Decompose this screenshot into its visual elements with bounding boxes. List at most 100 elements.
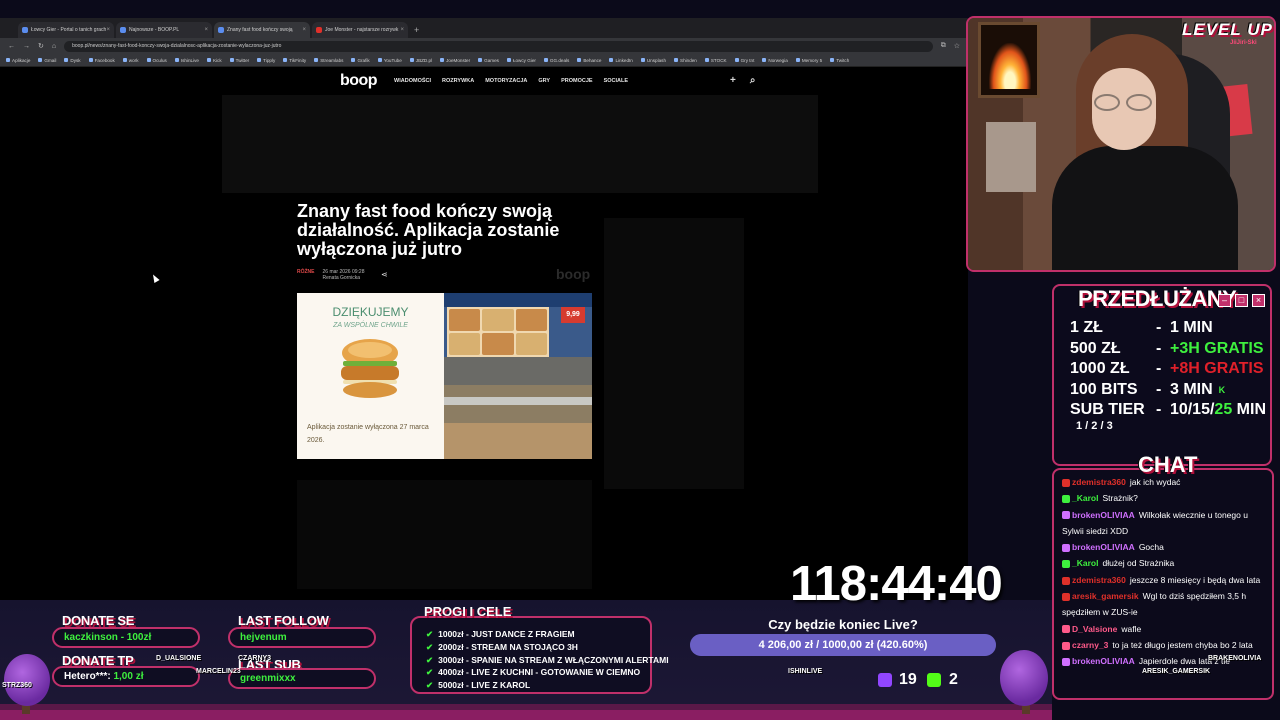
bookmark-favicon-icon — [229, 58, 234, 63]
float-name: STRZ360 — [2, 682, 32, 689]
goals-list: ✔ 1000zł - JUST DANCE Z FRAGIEM ✔ 2000zł - … — [426, 628, 669, 692]
subathon-title: PRZEDŁUŻANY — [1078, 286, 1237, 311]
nav-wiadomosci[interactable]: WIADOMOŚCI — [394, 78, 431, 84]
chat-title: CHAT — [1138, 452, 1198, 477]
nav-sociale[interactable]: SOCIALE — [604, 78, 628, 84]
search-icon[interactable]: ⌕ — [750, 75, 756, 86]
tab-boop-article[interactable]: Znany fast food kończy swoją × — [214, 22, 310, 38]
float-name: ISHINLIVE — [788, 668, 823, 675]
bookmark-favicon-icon — [38, 58, 43, 63]
back-arrow-icon[interactable]: ← — [8, 43, 15, 50]
close-tab-icon[interactable]: × — [106, 27, 110, 33]
bookmark-item[interactable]: TikFinity — [283, 58, 306, 63]
chat-text: Strażnik? — [1102, 493, 1138, 504]
bookmarks-bar: Aplikacje Gmail Dysk Facebook work Oculus Ishi… — [0, 54, 968, 67]
url-input[interactable]: boop.pl/news/znany-fast-food-konczy-swoj… — [64, 40, 933, 52]
tab-lowcy-gier[interactable]: Łowcy Gier - Portal o tanich grach × — [18, 22, 114, 38]
bookmark-item[interactable]: Twitter — [229, 58, 249, 63]
chat-badge-icon — [1062, 495, 1070, 504]
nav-actions: + ⌕ — [730, 75, 755, 86]
bookmark-item[interactable]: Facebook — [88, 58, 115, 63]
tree-icon — [1000, 650, 1048, 706]
bookmark-item[interactable]: Łowcy Gier — [506, 58, 536, 63]
bookmark-favicon-icon — [704, 58, 709, 63]
site-nav: boop WIADOMOŚCI ROZRYWKA MOTORYZACJA GRY… — [0, 67, 968, 95]
tab-label: Znany fast food kończy swoją — [227, 27, 293, 33]
close-tab-icon[interactable]: × — [204, 27, 208, 33]
share-icon[interactable]: ⋖ — [381, 270, 388, 279]
chat-badge-icon — [1062, 641, 1070, 650]
bookmark-item[interactable]: Behance — [577, 58, 601, 63]
new-tab-icon[interactable]: + — [414, 22, 419, 38]
bookmark-item[interactable]: Gry tnt — [734, 58, 754, 63]
nav-gry[interactable]: GRY — [538, 78, 550, 84]
bookmark-item[interactable]: work — [122, 58, 139, 63]
bookmark-item[interactable]: GG.deals — [543, 58, 569, 63]
bookmark-item[interactable]: YouTube — [377, 58, 402, 63]
bookmark-item[interactable]: JoeMonster — [440, 58, 470, 63]
nav-promocje[interactable]: PROMOCJE — [561, 78, 592, 84]
subathon-timer: 118:44:40 — [790, 557, 1003, 611]
bookmark-item[interactable]: LinkedIn — [609, 58, 633, 63]
home-icon[interactable]: ⌂ — [52, 43, 56, 50]
bookmark-item[interactable]: STOCK — [704, 58, 727, 63]
counter-shelf — [444, 397, 592, 405]
bookmark-item[interactable]: Aplikacje — [6, 58, 30, 63]
hero-thanks-subtext: ZA WSPÓLNE CHWILE — [333, 322, 408, 329]
bookmark-item[interactable]: JBZD.pl — [409, 58, 432, 63]
close-tab-icon[interactable]: × — [302, 27, 306, 33]
bookmark-item[interactable]: Tipply — [257, 58, 275, 63]
chat-badge-icon — [1062, 511, 1070, 520]
bookmark-favicon-icon — [506, 58, 511, 63]
bookmark-favicon-icon — [174, 58, 179, 63]
nav-rozrywka[interactable]: ROZRYWKA — [442, 78, 474, 84]
chat-message: czarny_3 to ja też długo jestem chyba bo … — [1062, 637, 1272, 653]
kick-k-mark: K — [1218, 384, 1226, 395]
chat-badge-icon — [1062, 560, 1070, 569]
article-headline: Znany fast food kończy swoją działalność… — [297, 201, 560, 259]
tab-boop-najnowsze[interactable]: Najnowsze - BOOP.PL × — [116, 22, 212, 38]
bookmark-item[interactable]: Kick — [206, 58, 222, 63]
bookmark-item[interactable]: IshinLive — [174, 58, 199, 63]
rate-key: 1000 ZŁ — [1070, 360, 1130, 377]
check-icon: ✔ — [426, 641, 434, 652]
close-icon: × — [1252, 294, 1265, 307]
bookmark-favicon-icon — [674, 58, 678, 63]
extensions-icon[interactable]: ⧉ — [941, 42, 946, 50]
bookmark-item[interactable]: Streamlabs — [314, 58, 343, 63]
bookmark-item[interactable]: Memory 5 — [795, 58, 822, 63]
chat-username: D_Valsione — [1072, 623, 1118, 634]
bookmark-item[interactable]: Shinden — [674, 58, 697, 63]
forward-arrow-icon[interactable]: → — [23, 43, 30, 50]
goal-item: ✔ 4000zł - LIVE Z KUCHNI - GOTOWANIE W CI… — [426, 667, 641, 678]
boop-watermark: boop — [556, 266, 591, 282]
reload-icon[interactable]: ↻ — [38, 42, 44, 50]
browser-window: Łowcy Gier - Portal o tanich grach × Najn… — [0, 18, 968, 617]
donate-tp-value: Hetero***: 1,00 zł — [52, 666, 200, 687]
close-tab-icon[interactable]: × — [400, 27, 404, 33]
bookmark-item[interactable]: Norwegia — [762, 58, 788, 63]
bookmark-item[interactable]: Oculus — [146, 58, 167, 63]
boop-logo[interactable]: boop — [340, 72, 378, 90]
bookmark-favicon-icon — [543, 58, 548, 63]
tab-joe-monster[interactable]: Joe Monster - najstarsze rozrywk × — [312, 22, 408, 38]
bookmark-item[interactable]: Games — [478, 58, 499, 63]
article-author[interactable]: Renata Gornicka — [323, 275, 361, 281]
bookmark-item[interactable]: Unsplash — [640, 58, 666, 63]
bookmark-item[interactable]: Twitch — [830, 58, 849, 63]
article-category[interactable]: RÓŻNE — [297, 269, 315, 275]
level-up-logo: LEVEL UP — [1182, 20, 1273, 39]
chat-text: Gocha — [1138, 542, 1164, 553]
bookmark-star-icon[interactable]: ☆ — [954, 42, 960, 50]
bookmark-favicon-icon — [440, 58, 445, 63]
nav-motoryzacja[interactable]: MOTORYZACJA — [485, 78, 527, 84]
bookmark-favicon-icon — [577, 58, 582, 63]
fireplace-screen — [978, 22, 1040, 98]
chat-badge-icon — [1062, 576, 1070, 585]
bookmark-item[interactable]: Gmail — [38, 58, 56, 63]
rate-value: 3 MIN — [1170, 380, 1213, 398]
mouse-cursor-icon — [150, 273, 160, 283]
plus-icon[interactable]: + — [730, 75, 736, 86]
bookmark-item[interactable]: Dysk — [64, 58, 81, 63]
bookmark-item[interactable]: Grafik — [351, 58, 370, 63]
